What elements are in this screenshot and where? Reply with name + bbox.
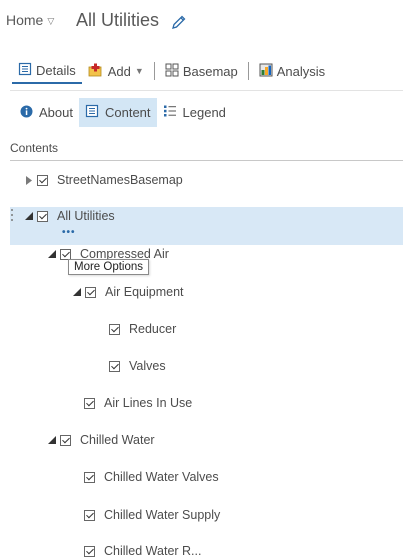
layer-visibility-checkbox[interactable]: [84, 471, 95, 483]
layer-visibility-checkbox[interactable]: [109, 323, 120, 335]
layer-row[interactable]: Air Lines In Use: [84, 394, 192, 412]
tab-legend-label: Legend: [182, 105, 226, 120]
tab-legend[interactable]: Legend: [157, 98, 232, 127]
analysis-label: Analysis: [276, 63, 326, 79]
add-label: Add: [107, 63, 131, 79]
add-button[interactable]: Add ▼: [82, 58, 150, 84]
map-title: All Utilities: [76, 10, 160, 30]
layer-row[interactable]: Chilled Water Valves: [84, 468, 219, 486]
toolbar-divider-line: [10, 90, 403, 91]
layer-visibility-checkbox[interactable]: [60, 248, 71, 260]
layer-row[interactable]: Chilled Water R...: [84, 542, 201, 560]
contents-divider: [10, 160, 403, 161]
home-label: Home: [6, 12, 44, 28]
drag-handle-icon[interactable]: [11, 209, 15, 227]
layer-label[interactable]: Chilled Water Supply: [104, 508, 220, 522]
layer-label[interactable]: Air Lines In Use: [104, 396, 192, 410]
layer-visibility-checkbox[interactable]: [37, 210, 48, 222]
map-toolbar: Details Add ▼ Basemap Analysis: [12, 56, 331, 86]
analysis-button[interactable]: Analysis: [253, 58, 331, 84]
layer-row[interactable]: Valves: [109, 357, 166, 375]
collapse-down-icon[interactable]: [47, 435, 56, 445]
tab-about-label: About: [39, 105, 73, 120]
tab-content-label: Content: [104, 105, 151, 120]
collapse-down-icon[interactable]: [72, 287, 81, 297]
more-options-icon[interactable]: •••: [62, 227, 76, 238]
content-list-icon: [85, 104, 99, 121]
basemap-label: Basemap: [182, 63, 238, 79]
basemap-button[interactable]: Basemap: [159, 58, 244, 84]
layer-row[interactable]: All Utilities: [24, 207, 115, 225]
tab-about[interactable]: About: [14, 98, 79, 127]
more-options-tooltip: More Options: [68, 259, 150, 275]
toolbar-divider: [247, 62, 249, 80]
layer-row[interactable]: StreetNamesBasemap: [24, 171, 183, 189]
layer-row[interactable]: Air Equipment: [72, 283, 184, 301]
analysis-icon: [259, 63, 273, 80]
collapse-down-icon[interactable]: [47, 249, 56, 259]
toolbar-divider: [153, 62, 155, 80]
details-subtabs: About Content Legend: [14, 98, 232, 127]
layer-label[interactable]: StreetNamesBasemap: [57, 173, 183, 187]
contents-heading: Contents: [10, 141, 59, 155]
info-icon: [20, 105, 33, 121]
tab-content[interactable]: Content: [78, 98, 157, 127]
expand-right-icon[interactable]: [24, 175, 33, 185]
chevron-down-icon: ▼: [134, 66, 144, 76]
layer-visibility-checkbox[interactable]: [84, 509, 95, 521]
details-button[interactable]: Details: [12, 58, 82, 84]
details-icon: [18, 62, 32, 79]
layer-visibility-checkbox[interactable]: [84, 545, 95, 557]
layer-row[interactable]: Chilled Water Supply: [84, 506, 220, 524]
layer-row[interactable]: Reducer: [109, 320, 176, 338]
chevron-down-icon: ▽: [47, 15, 55, 26]
layer-label[interactable]: Reducer: [129, 322, 176, 336]
layer-label[interactable]: Air Equipment: [105, 285, 184, 299]
layer-visibility-checkbox[interactable]: [60, 434, 71, 446]
layer-row[interactable]: Chilled Water: [47, 431, 155, 449]
layer-visibility-checkbox[interactable]: [84, 397, 95, 409]
layer-label[interactable]: All Utilities: [57, 209, 115, 223]
collapse-down-icon[interactable]: [24, 211, 33, 221]
add-layer-icon: [88, 63, 104, 80]
layer-label[interactable]: Valves: [129, 359, 166, 373]
details-label: Details: [36, 62, 76, 78]
layer-visibility-checkbox[interactable]: [85, 286, 96, 298]
layer-label[interactable]: Chilled Water R...: [104, 544, 201, 558]
layer-label[interactable]: Chilled Water: [80, 433, 155, 447]
layer-visibility-checkbox[interactable]: [109, 360, 120, 372]
basemap-grid-icon: [165, 63, 179, 80]
home-menu[interactable]: Home ▽: [6, 12, 54, 28]
layer-label[interactable]: Chilled Water Valves: [104, 470, 219, 484]
edit-pencil-icon[interactable]: [171, 14, 187, 30]
legend-icon: [163, 104, 177, 121]
layer-visibility-checkbox[interactable]: [37, 174, 48, 186]
